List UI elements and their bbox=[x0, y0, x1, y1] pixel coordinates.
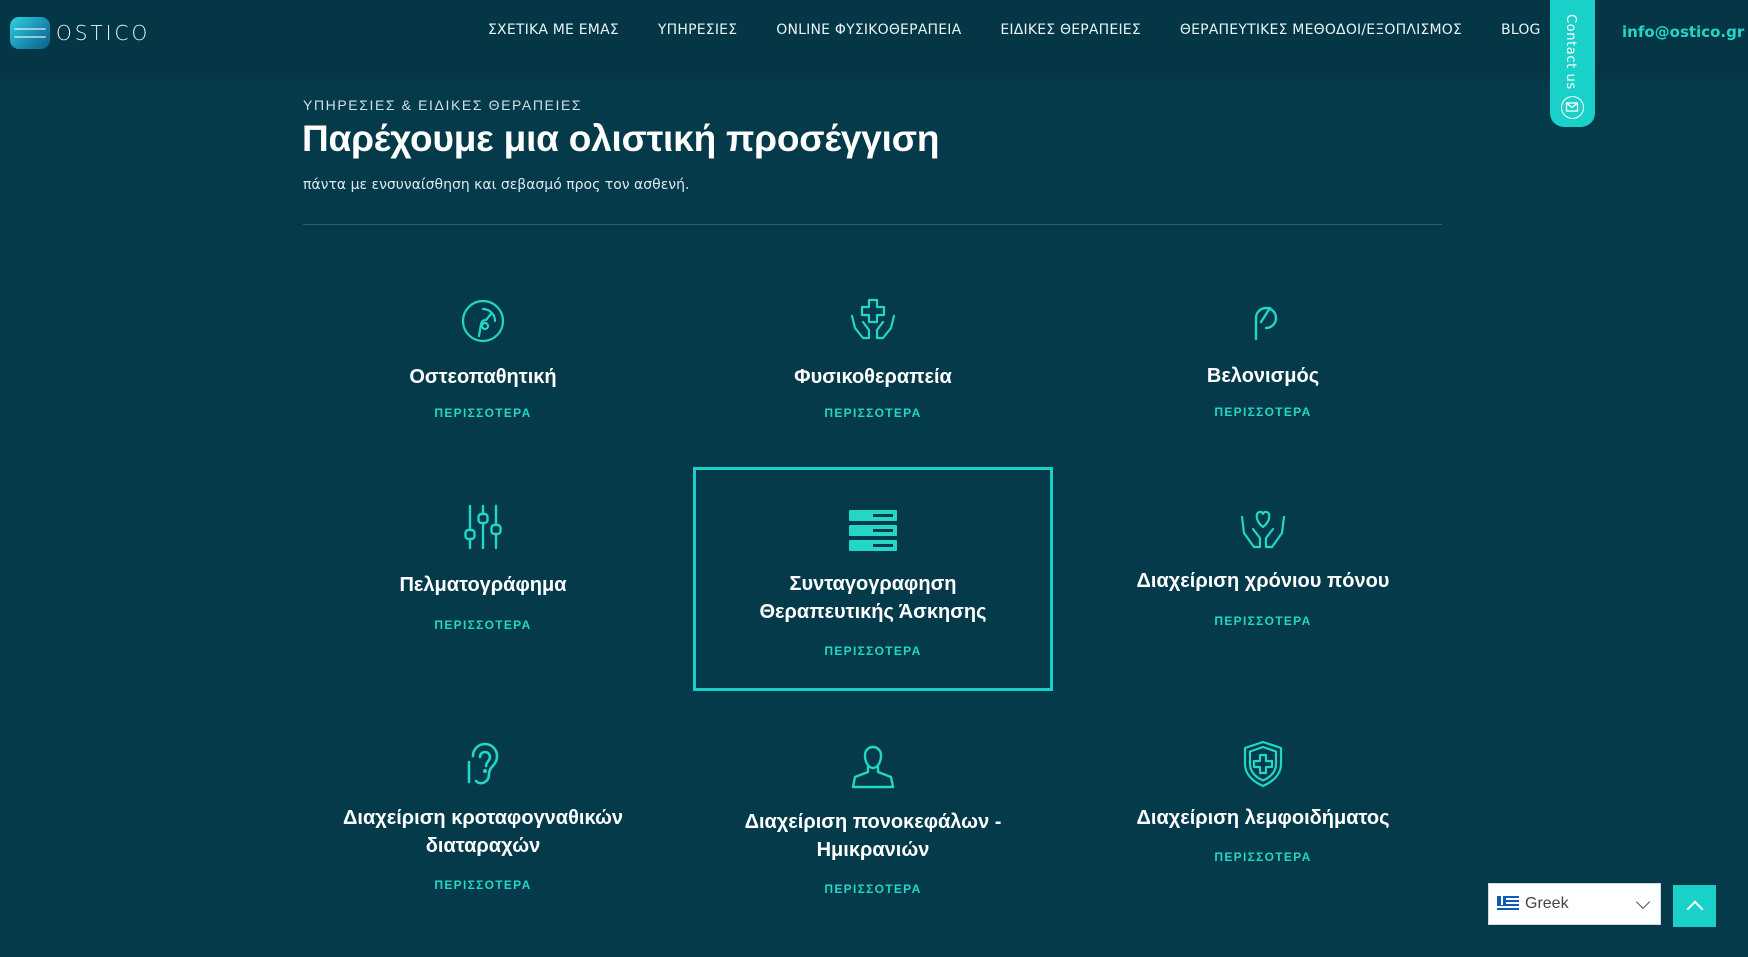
nav-item-services[interactable]: ΥΠΗΡΕΣΙΕΣ bbox=[658, 22, 737, 38]
service-title-line: Διαχείριση λεμφοιδήματος bbox=[1136, 807, 1390, 829]
logo-mark-icon bbox=[10, 17, 50, 49]
sliders-icon bbox=[459, 503, 507, 551]
service-title-line: Συνταγογραφηση bbox=[789, 573, 957, 595]
nav-item-online-physio[interactable]: ONLINE ΦΥΣΙΚΟΘΕΡΑΠΕΙΑ bbox=[776, 22, 961, 38]
more-link[interactable]: ΠΕΡΙΣΣΟΤΕΡΑ bbox=[696, 644, 1050, 658]
more-link[interactable]: ΠΕΡΙΣΣΟΤΕΡΑ bbox=[1083, 850, 1443, 864]
more-link[interactable]: ΠΕΡΙΣΣΟΤΕΡΑ bbox=[1083, 614, 1443, 628]
care-hands-icon bbox=[849, 296, 897, 344]
service-title-line: διαταραχών bbox=[425, 835, 541, 857]
contact-us-label: Contact us bbox=[1563, 14, 1578, 90]
language-selected: Greek bbox=[1525, 895, 1569, 912]
email-link[interactable]: info@ostico.gr bbox=[1622, 23, 1744, 41]
more-link[interactable]: ΠΕΡΙΣΣΟΤΕΡΑ bbox=[303, 406, 663, 420]
service-title-line: Φυσικοθεραπεία bbox=[794, 366, 952, 388]
more-link[interactable]: ΠΕΡΙΣΣΟΤΕΡΑ bbox=[693, 406, 1053, 420]
service-title: Διαχείριση λεμφοιδήματος bbox=[1083, 804, 1443, 832]
service-title: Οστεοπαθητική bbox=[303, 363, 663, 391]
nav-item-about[interactable]: ΣΧΕΤΙΚΑ ΜΕ ΕΜΑΣ bbox=[488, 22, 619, 38]
divider bbox=[303, 224, 1442, 225]
nav-item-methods-equipment[interactable]: ΘΕΡΑΠΕΥΤΙΚΕΣ ΜΕΘΟΔΟΙ/ΕΞΟΠΛΙΣΜΟΣ bbox=[1180, 22, 1462, 38]
page-title: Παρέχουμε μια ολιστική προσέγγιση bbox=[302, 118, 940, 159]
shield-cross-icon bbox=[1239, 740, 1287, 788]
more-link[interactable]: ΠΕΡΙΣΣΟΤΕΡΑ bbox=[1083, 405, 1443, 419]
site-header: OSTICO ΣΧΕΤΙΚΑ ΜΕ ΕΜΑΣ ΥΠΗΡΕΣΙΕΣ ONLINE … bbox=[0, 0, 1748, 127]
greek-flag-icon bbox=[1497, 896, 1519, 912]
service-title-line: Διαχείριση χρόνιου πόνου bbox=[1136, 570, 1390, 592]
stacked-bars-icon bbox=[849, 507, 897, 555]
section-kicker: ΥΠΗΡΕΣΙΕΣ & ΕΙΔΙΚΕΣ ΘΕΡΑΠΕΙΕΣ bbox=[303, 97, 583, 113]
service-card-lymphedema[interactable]: Διαχείριση λεμφοιδήματος ΠΕΡΙΣΣΟΤΕΡΑ bbox=[1083, 740, 1443, 870]
service-title-line: Πελματογράφημα bbox=[399, 574, 567, 596]
service-title: Διαχείριση πονοκεφάλων - Ημικρανιών bbox=[693, 808, 1053, 864]
service-card-physiotherapy[interactable]: Φυσικοθεραπεία ΠΕΡΙΣΣΟΤΕΡΑ bbox=[693, 296, 1053, 426]
nav-item-blog[interactable]: BLOG bbox=[1501, 22, 1541, 38]
osteopathy-icon bbox=[459, 296, 507, 344]
service-title-line: Διαχείριση πονοκεφάλων - bbox=[744, 811, 1002, 833]
service-title-line: Διαχείριση κροταφογναθικών bbox=[343, 807, 623, 829]
service-card-headaches[interactable]: Διαχείριση πονοκεφάλων - Ημικρανιών ΠΕΡΙ… bbox=[693, 740, 1053, 900]
service-title-line: Βελονισμός bbox=[1206, 365, 1320, 387]
logo-text: OSTICO bbox=[56, 21, 151, 45]
person-bust-icon bbox=[849, 741, 897, 789]
heart-hands-icon bbox=[1239, 505, 1287, 553]
service-card-osteopathy[interactable]: Οστεοπαθητική ΠΕΡΙΣΣΟΤΕΡΑ bbox=[303, 296, 663, 426]
envelope-icon bbox=[1561, 96, 1584, 119]
acupuncture-needle-icon bbox=[1239, 296, 1287, 344]
service-title-line: Θεραπευτικής Άσκησης bbox=[759, 601, 987, 623]
main-nav: ΣΧΕΤΙΚΑ ΜΕ ΕΜΑΣ ΥΠΗΡΕΣΙΕΣ ONLINE ΦΥΣΙΚΟΘ… bbox=[488, 22, 1541, 38]
service-card-foot-scan[interactable]: Πελματογράφημα ΠΕΡΙΣΣΟΤΕΡΑ bbox=[303, 503, 663, 643]
more-link[interactable]: ΠΕΡΙΣΣΟΤΕΡΑ bbox=[303, 618, 663, 632]
service-title: Διαχείριση χρόνιου πόνου bbox=[1083, 567, 1443, 595]
scroll-to-top-button[interactable] bbox=[1673, 885, 1716, 927]
more-link[interactable]: ΠΕΡΙΣΣΟΤΕΡΑ bbox=[693, 882, 1053, 896]
service-title-line: Ημικρανιών bbox=[816, 839, 930, 861]
nav-item-special-therapies[interactable]: ΕΙΔΙΚΕΣ ΘΕΡΑΠΕΙΕΣ bbox=[1000, 22, 1140, 38]
service-card-exercise-prescription[interactable]: Συνταγογραφηση Θεραπευτικής Άσκησης ΠΕΡΙ… bbox=[693, 467, 1053, 691]
ear-icon bbox=[459, 740, 507, 788]
more-link[interactable]: ΠΕΡΙΣΣΟΤΕΡΑ bbox=[303, 878, 663, 892]
language-select[interactable]: Greek bbox=[1488, 883, 1661, 925]
service-title: Συνταγογραφηση Θεραπευτικής Άσκησης bbox=[696, 570, 1050, 626]
service-title: Διαχείριση κροταφογναθικών διαταραχών bbox=[303, 804, 663, 860]
service-title-line: Οστεοπαθητική bbox=[409, 366, 557, 388]
service-card-acupuncture[interactable]: Βελονισμός ΠΕΡΙΣΣΟΤΕΡΑ bbox=[1083, 296, 1443, 426]
service-title: Πελματογράφημα bbox=[303, 571, 663, 599]
service-card-chronic-pain[interactable]: Διαχείριση χρόνιου πόνου ΠΕΡΙΣΣΟΤΕΡΑ bbox=[1083, 503, 1443, 643]
service-title: Φυσικοθεραπεία bbox=[693, 363, 1053, 391]
logo[interactable]: OSTICO bbox=[10, 16, 150, 50]
section-subtitle: πάντα με ενσυναίσθηση και σεβασμό προς τ… bbox=[303, 177, 690, 193]
chevron-down-icon bbox=[1635, 894, 1651, 910]
service-card-tmj[interactable]: Διαχείριση κροταφογναθικών διαταραχών ΠΕ… bbox=[303, 740, 663, 895]
contact-us-tab[interactable]: Contact us bbox=[1550, 0, 1595, 127]
service-title: Βελονισμός bbox=[1083, 362, 1443, 390]
